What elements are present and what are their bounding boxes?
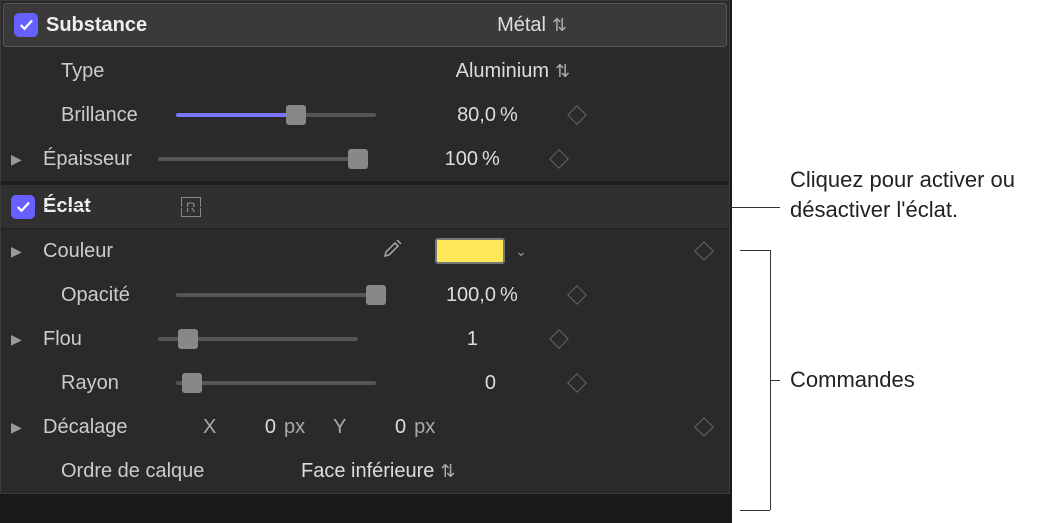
- brillance-row: Brillance 80,0 %: [1, 93, 729, 137]
- type-label: Type: [61, 60, 241, 83]
- keyframe-diamond-icon[interactable]: [549, 329, 569, 349]
- inspector-panel: Substance Métal ⇅ Type Aluminium ⇅ Brill…: [0, 0, 730, 494]
- brillance-value[interactable]: 80,0: [426, 104, 496, 127]
- substance-label: Substance: [46, 14, 226, 37]
- substance-section-header[interactable]: Substance Métal ⇅: [3, 3, 727, 47]
- substance-popup[interactable]: Métal ⇅: [497, 14, 566, 37]
- callout-controls-text: Commandes: [790, 365, 915, 395]
- decalage-label: Décalage: [43, 416, 183, 439]
- substance-checkbox[interactable]: [14, 13, 38, 37]
- disclosure-right-icon[interactable]: ▶: [11, 151, 29, 168]
- flou-value[interactable]: 1: [408, 328, 478, 351]
- keyframe-diamond-icon[interactable]: [567, 285, 587, 305]
- brillance-slider[interactable]: [176, 113, 376, 117]
- brillance-unit: %: [500, 104, 540, 127]
- flou-row: ▶ Flou 1: [1, 317, 729, 361]
- rayon-value[interactable]: 0: [426, 372, 496, 395]
- callout-toggle-text: Cliquez pour activer ou désactiver l'écl…: [790, 165, 1055, 224]
- opacite-label: Opacité: [61, 284, 176, 307]
- ordre-row: Ordre de calque Face inférieure ⇅: [1, 449, 729, 493]
- opacite-slider[interactable]: [176, 293, 376, 297]
- chevron-down-icon[interactable]: ⌄: [515, 243, 527, 260]
- opacite-row: Opacité 100,0 %: [1, 273, 729, 317]
- keyframe-diamond-icon[interactable]: [694, 241, 714, 261]
- keyframe-diamond-icon[interactable]: [694, 417, 714, 437]
- opacite-unit: %: [500, 284, 540, 307]
- decalage-row: ▶ Décalage X 0 px Y 0 px: [1, 405, 729, 449]
- keyframe-diamond-icon[interactable]: [567, 105, 587, 125]
- epaisseur-slider[interactable]: [158, 157, 358, 161]
- decalage-y-unit: px: [414, 416, 435, 439]
- epaisseur-unit: %: [482, 148, 522, 171]
- brillance-label: Brillance: [61, 104, 176, 127]
- type-popup-value: Aluminium: [456, 60, 549, 83]
- eclat-checkbox[interactable]: [11, 195, 35, 219]
- disclosure-right-icon[interactable]: ▶: [11, 331, 29, 348]
- substance-popup-value: Métal: [497, 14, 546, 37]
- keyframe-diamond-icon[interactable]: [549, 149, 569, 169]
- type-row: Type Aluminium ⇅: [1, 49, 729, 93]
- couleur-row: ▶ Couleur ⌄: [1, 229, 729, 273]
- check-icon: [17, 16, 35, 34]
- chevron-updown-icon: ⇅: [552, 16, 566, 34]
- decalage-y-value[interactable]: 0: [361, 416, 406, 439]
- ordre-popup[interactable]: Face inférieure ⇅: [301, 460, 454, 483]
- epaisseur-label: Épaisseur: [43, 148, 158, 171]
- couleur-label: Couleur: [43, 240, 223, 263]
- eyedropper-icon[interactable]: [381, 236, 405, 266]
- flou-label: Flou: [43, 328, 158, 351]
- disclosure-right-icon[interactable]: ▶: [11, 243, 29, 260]
- ordre-popup-value: Face inférieure: [301, 460, 434, 483]
- decalage-x-unit: px: [284, 416, 305, 439]
- chevron-updown-icon: ⇅: [555, 62, 569, 80]
- check-icon: [14, 198, 32, 216]
- decalage-y-label: Y: [333, 416, 353, 439]
- callout-leader-line: [45, 207, 780, 208]
- keyframe-diamond-icon[interactable]: [567, 373, 587, 393]
- opacite-value[interactable]: 100,0: [426, 284, 496, 307]
- decalage-x-label: X: [203, 416, 223, 439]
- rayon-row: Rayon 0: [1, 361, 729, 405]
- decalage-x-value[interactable]: 0: [231, 416, 276, 439]
- epaisseur-value[interactable]: 100: [408, 148, 478, 171]
- ordre-label: Ordre de calque: [61, 460, 301, 483]
- chevron-updown-icon: ⇅: [440, 462, 454, 480]
- rayon-label: Rayon: [61, 372, 176, 395]
- rayon-slider[interactable]: [176, 381, 376, 385]
- disclosure-right-icon[interactable]: ▶: [11, 419, 29, 436]
- type-popup[interactable]: Aluminium ⇅: [456, 60, 569, 83]
- flou-slider[interactable]: [158, 337, 358, 341]
- epaisseur-row: ▶ Épaisseur 100 %: [1, 137, 729, 181]
- color-well[interactable]: [435, 238, 505, 264]
